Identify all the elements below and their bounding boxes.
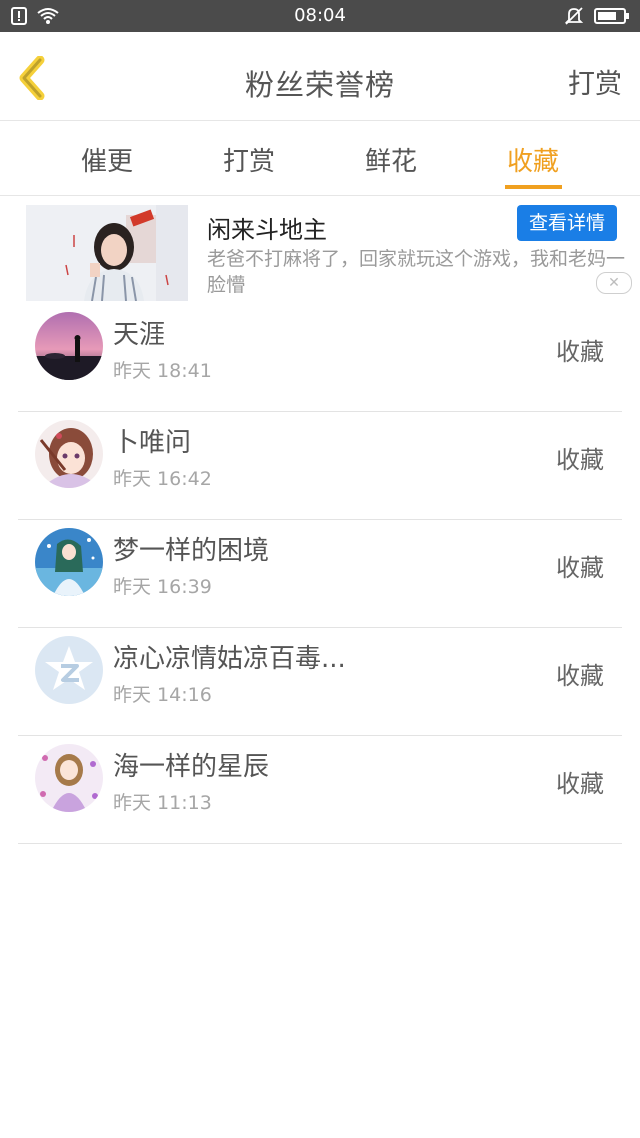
ad-banner[interactable]: 闲来斗地主 查看详情 老爸不打麻将了，回家就玩这个游戏，我和老妈一脸懵 ✕ xyxy=(0,196,640,304)
list-item[interactable]: 凉心凉情姑凉百毒... 昨天 14:16 收藏 xyxy=(18,628,622,736)
ad-description: 老爸不打麻将了，回家就玩这个游戏，我和老妈一脸懵 xyxy=(207,248,626,296)
fan-time: 昨天 16:42 xyxy=(113,468,212,490)
ad-video-image xyxy=(26,205,188,301)
status-time: 08:04 xyxy=(294,5,346,26)
fan-name: 卜唯问 xyxy=(113,428,192,458)
avatar xyxy=(35,744,103,812)
fan-action: 收藏 xyxy=(556,770,604,798)
fan-name: 梦一样的困境 xyxy=(113,536,270,566)
fan-list: 天涯 昨天 18:41 收藏 卜唯问 昨天 16:42 收藏 梦一样的困境 昨天… xyxy=(18,304,622,844)
ad-details-button[interactable]: 查看详情 xyxy=(517,205,617,241)
list-item[interactable]: 天涯 昨天 18:41 收藏 xyxy=(18,304,622,412)
fan-action: 收藏 xyxy=(556,338,604,366)
fan-action: 收藏 xyxy=(556,554,604,582)
status-bar: 08:04 xyxy=(0,0,640,32)
tab-bar: 催更 打赏 鲜花 收藏 xyxy=(0,121,640,196)
avatar xyxy=(35,528,103,596)
reward-button[interactable]: 打赏 xyxy=(568,62,622,101)
tab-reward[interactable]: 打赏 xyxy=(209,141,289,178)
page-title: 粉丝荣誉榜 xyxy=(244,68,395,102)
list-item[interactable]: 海一样的星辰 昨天 11:13 收藏 xyxy=(18,736,622,844)
avatar xyxy=(35,312,103,380)
status-icons-right xyxy=(564,6,630,26)
battery-icon xyxy=(594,8,629,24)
fan-time: 昨天 11:13 xyxy=(113,792,212,814)
fan-name: 天涯 xyxy=(113,320,166,350)
tab-flowers[interactable]: 鲜花 xyxy=(351,141,431,178)
fan-action: 收藏 xyxy=(556,446,604,474)
mute-bell-icon xyxy=(564,7,584,25)
tab-urge[interactable]: 催更 xyxy=(67,141,147,178)
list-item[interactable]: 卜唯问 昨天 16:42 收藏 xyxy=(18,412,622,520)
active-tab-indicator xyxy=(505,185,562,189)
fan-time: 昨天 18:41 xyxy=(113,360,212,382)
tab-collect[interactable]: 收藏 xyxy=(493,141,573,178)
avatar xyxy=(35,420,103,488)
fan-time: 昨天 14:16 xyxy=(113,684,212,706)
list-item[interactable]: 梦一样的困境 昨天 16:39 收藏 xyxy=(18,520,622,628)
title-bar: 粉丝荣誉榜 打赏 xyxy=(0,32,640,121)
fan-name: 海一样的星辰 xyxy=(113,752,270,782)
close-icon[interactable]: ✕ xyxy=(596,272,632,294)
avatar xyxy=(35,636,103,704)
fan-action: 收藏 xyxy=(556,662,604,690)
ad-thumbnail xyxy=(26,205,188,301)
ad-title: 闲来斗地主 xyxy=(207,216,327,244)
fan-name: 凉心凉情姑凉百毒... xyxy=(113,644,346,674)
fan-time: 昨天 16:39 xyxy=(113,576,212,598)
